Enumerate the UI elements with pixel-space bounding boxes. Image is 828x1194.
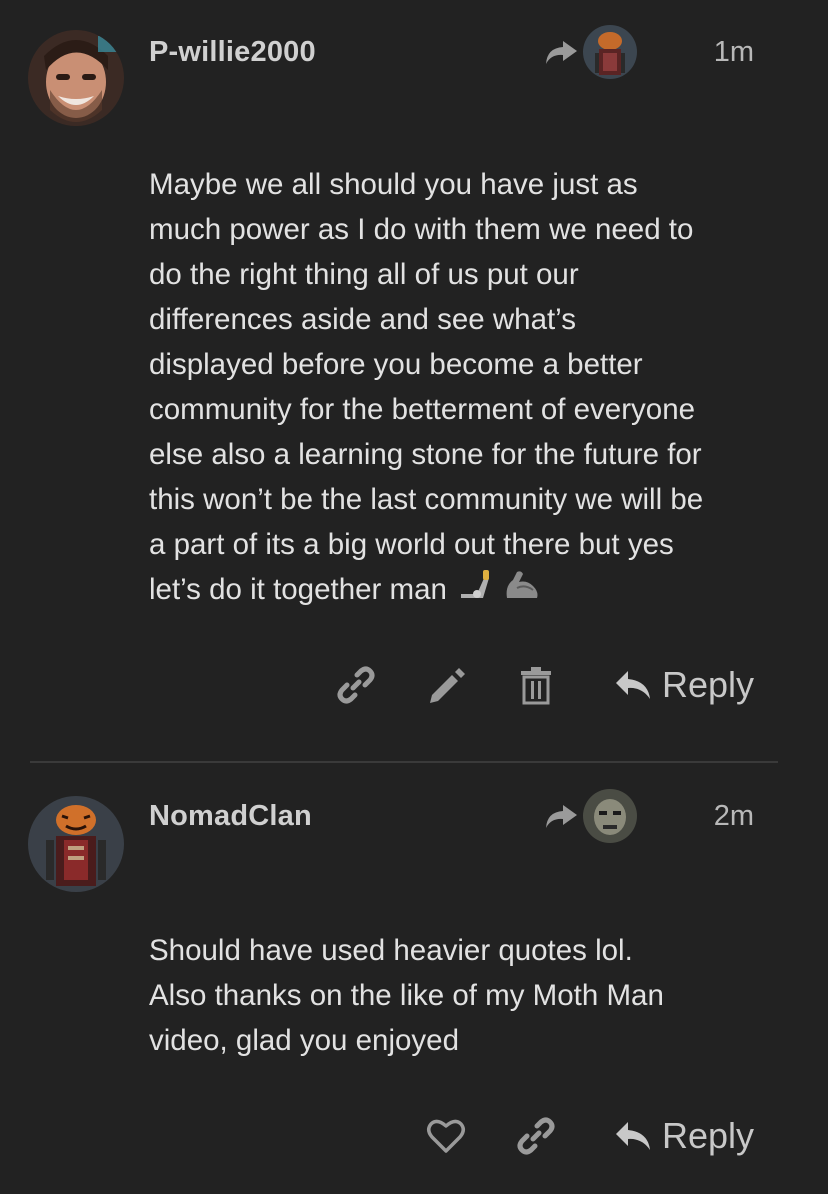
link-icon[interactable]	[336, 665, 376, 705]
edit-icon[interactable]	[426, 665, 466, 705]
reply-arrow-icon	[615, 671, 650, 699]
share-arrow-icon	[546, 805, 577, 828]
reply-to-indicator[interactable]	[543, 24, 637, 80]
link-icon[interactable]	[516, 1116, 556, 1156]
post-actions: Reply	[376, 1106, 754, 1166]
avatar[interactable]	[28, 796, 124, 892]
reply-to-avatar[interactable]	[583, 789, 637, 843]
post-divider	[30, 761, 778, 763]
avatar[interactable]	[28, 30, 124, 126]
reply-label: Reply	[661, 1115, 754, 1156]
post-text: Maybe we all should you have just as muc…	[149, 168, 704, 606]
reply-to-indicator[interactable]	[543, 788, 637, 844]
timestamp: 2m	[713, 800, 754, 832]
reply-arrow-icon	[615, 1122, 650, 1150]
flexed-biceps-emoji	[503, 568, 541, 615]
username[interactable]: P-willie2000	[149, 36, 316, 69]
post-text: Should have used heavier quotes lol. Als…	[149, 934, 664, 1057]
username[interactable]: NomadClan	[149, 800, 312, 833]
heart-icon[interactable]	[426, 1116, 466, 1156]
post-actions: Reply	[286, 655, 754, 715]
trash-icon[interactable]	[516, 665, 556, 705]
timestamp: 1m	[713, 36, 754, 68]
post-body: Should have used heavier quotes lol. Als…	[149, 883, 769, 1063]
post-body: Maybe we all should you have just as muc…	[149, 117, 769, 615]
mechanical-arm-emoji	[457, 568, 493, 615]
reply-button[interactable]: Reply	[614, 664, 754, 706]
share-arrow-icon	[546, 41, 577, 64]
reply-to-avatar[interactable]	[583, 25, 637, 79]
reply-button[interactable]: Reply	[614, 1115, 754, 1157]
reply-label: Reply	[661, 664, 754, 705]
